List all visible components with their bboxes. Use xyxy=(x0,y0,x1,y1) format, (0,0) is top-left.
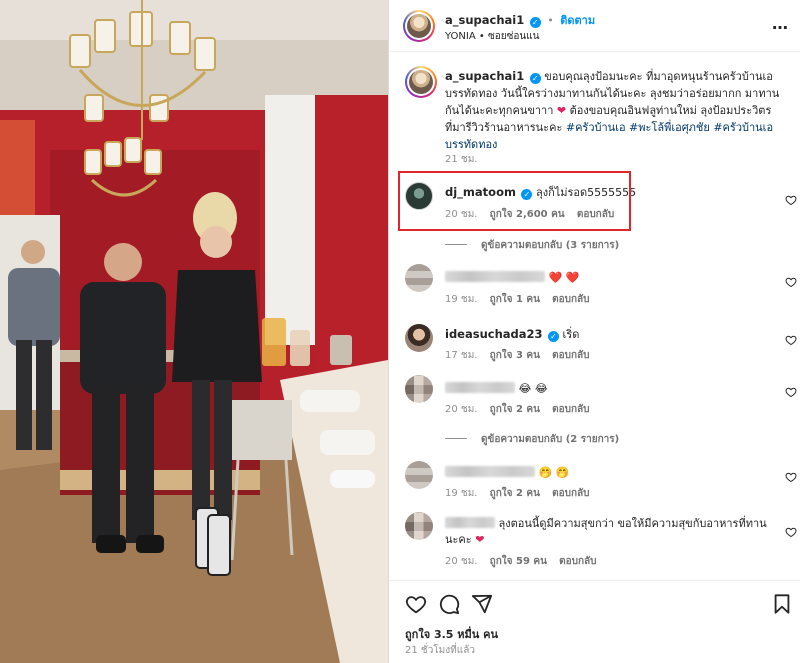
blurred-username xyxy=(445,271,545,282)
highlight-box xyxy=(398,171,631,231)
comment-time: 20 ชม. xyxy=(445,404,478,415)
caption-text: a_supachai1 ✓ ขอบคุณลุงป้อมนะคะ ที่มาอุด… xyxy=(445,68,785,153)
heart-icon[interactable] xyxy=(785,471,797,483)
caption-time: 21 ชม. xyxy=(445,154,478,165)
comment-body: 😂 😂 xyxy=(518,382,548,395)
reply-button[interactable]: ตอบกลับ xyxy=(552,404,589,415)
reply-button[interactable]: ตอบกลับ xyxy=(552,488,589,499)
comment-item: 🤭 🤭 19 ชม. ถูกใจ 2 คน ตอบกลับ xyxy=(405,461,797,501)
comment-body: ❤️ ❤️ xyxy=(548,271,580,284)
commenter-avatar-blurred[interactable] xyxy=(405,512,433,540)
post-photo[interactable] xyxy=(0,0,388,663)
comment-text: 🤭 🤭 xyxy=(445,465,765,481)
post-photo-illustration xyxy=(0,0,388,663)
comment-text: ❤️ ❤️ xyxy=(445,270,765,286)
caption-username[interactable]: a_supachai1 xyxy=(445,69,524,83)
action-bar: ถูกใจ 3.5 หมื่น คน 21 ชั่วโมงที่แล้ว xyxy=(389,580,800,663)
comment-item: ลุงตอนนี้ดูมีความสุขกว่า ขอให้มีความสุขก… xyxy=(405,512,797,569)
posted-time: 21 ชั่วโมงที่แล้ว xyxy=(405,645,475,656)
comment-text: 😂 😂 xyxy=(445,381,765,397)
comment-body: 🤭 🤭 xyxy=(538,466,570,479)
comment-meta: 19 ชม. ถูกใจ 2 คน ตอบกลับ xyxy=(445,486,599,501)
bookmark-icon[interactable] xyxy=(771,593,793,615)
comment-likes[interactable]: ถูกใจ 1 คน xyxy=(490,294,540,305)
likes-count[interactable]: ถูกใจ 3.5 หมื่น คน xyxy=(405,625,498,643)
heart-emoji-icon: ❤ xyxy=(556,104,567,117)
post-subtitle[interactable]: YONIA • ซอยซ่อนแน xyxy=(445,29,540,44)
view-replies-label: ดูข้อความตอบกลับ (2 รายการ) xyxy=(481,434,620,445)
comment-item: ❤️ ❤️ 19 ชม. ถูกใจ 1 คน ตอบกลับ xyxy=(405,264,797,307)
post-detail-panel: a_supachai1 ✓ • ติดตาม YONIA • ซอยซ่อนแน… xyxy=(388,0,800,663)
comment-likes[interactable]: ถูกใจ 59 คน xyxy=(490,556,547,567)
commenter-avatar[interactable] xyxy=(405,324,433,352)
heart-emoji-icon: ❤ xyxy=(475,533,485,546)
comment-item: ideasuchada23 ✓ เริ่ด 17 ชม. ถูกใจ 3 คน … xyxy=(405,324,797,364)
comment-icon[interactable] xyxy=(438,593,460,615)
comment-text: ลุงตอนนี้ดูมีความสุขกว่า ขอให้มีความสุขก… xyxy=(445,516,775,548)
comment-text: ideasuchada23 ✓ เริ่ด xyxy=(445,326,765,343)
blurred-username xyxy=(445,382,515,393)
blurred-username xyxy=(445,466,535,477)
comment-time: 19 ชม. xyxy=(445,488,478,499)
header-separator: • xyxy=(547,14,554,27)
comment-meta: 19 ชม. ถูกใจ 1 คน ตอบกลับ xyxy=(445,292,599,307)
replies-divider xyxy=(445,244,467,245)
comment-time: 17 ชม. xyxy=(445,350,478,361)
commenter-avatar-blurred[interactable] xyxy=(405,375,433,403)
author-username[interactable]: a_supachai1 xyxy=(445,13,524,27)
blurred-username xyxy=(445,517,495,528)
verified-badge-icon: ✓ xyxy=(548,331,560,342)
heart-icon[interactable] xyxy=(405,593,427,615)
replies-divider xyxy=(445,438,467,439)
post-header: a_supachai1 ✓ • ติดตาม YONIA • ซอยซ่อนแน… xyxy=(389,0,800,52)
heart-icon[interactable] xyxy=(785,526,797,538)
reply-button[interactable]: ตอบกลับ xyxy=(559,556,596,567)
caption-avatar[interactable] xyxy=(405,66,437,98)
view-replies-button[interactable]: ดูข้อความตอบกลับ (2 รายการ) xyxy=(445,432,619,447)
follow-button[interactable]: ติดตาม xyxy=(560,14,595,27)
comment-meta: 20 ชม. ถูกใจ 59 คน ตอบกลับ xyxy=(445,554,606,569)
share-icon[interactable] xyxy=(471,593,493,615)
heart-icon[interactable] xyxy=(785,276,797,288)
commenter-avatar-blurred[interactable] xyxy=(405,461,433,489)
comment-body: เริ่ด xyxy=(562,328,580,341)
commenter-username[interactable]: ideasuchada23 xyxy=(445,327,543,341)
commenter-avatar-blurred[interactable] xyxy=(405,264,433,292)
comment-likes[interactable]: ถูกใจ 2 คน xyxy=(490,404,540,415)
view-replies-button[interactable]: ดูข้อความตอบกลับ (3 รายการ) xyxy=(445,238,619,253)
verified-badge-icon: ✓ xyxy=(529,17,541,28)
heart-icon[interactable] xyxy=(785,334,797,346)
heart-icon[interactable] xyxy=(785,386,797,398)
author-avatar[interactable] xyxy=(403,10,435,42)
comment-likes[interactable]: ถูกใจ 2 คน xyxy=(490,488,540,499)
reply-button[interactable]: ตอบกลับ xyxy=(552,350,589,361)
comment-time: 19 ชม. xyxy=(445,294,478,305)
comment-item: 😂 😂 20 ชม. ถูกใจ 2 คน ตอบกลับ xyxy=(405,375,797,417)
comment-meta: 20 ชม. ถูกใจ 2 คน ตอบกลับ xyxy=(445,402,599,417)
more-icon[interactable]: … xyxy=(772,14,789,33)
verified-badge-icon: ✓ xyxy=(529,73,541,84)
comment-time: 20 ชม. xyxy=(445,556,478,567)
view-replies-label: ดูข้อความตอบกลับ (3 รายการ) xyxy=(481,240,620,251)
heart-icon[interactable] xyxy=(785,194,797,206)
comment-likes[interactable]: ถูกใจ 3 คน xyxy=(490,350,540,361)
reply-button[interactable]: ตอบกลับ xyxy=(552,294,589,305)
comment-meta: 17 ชม. ถูกใจ 3 คน ตอบกลับ xyxy=(445,348,599,363)
